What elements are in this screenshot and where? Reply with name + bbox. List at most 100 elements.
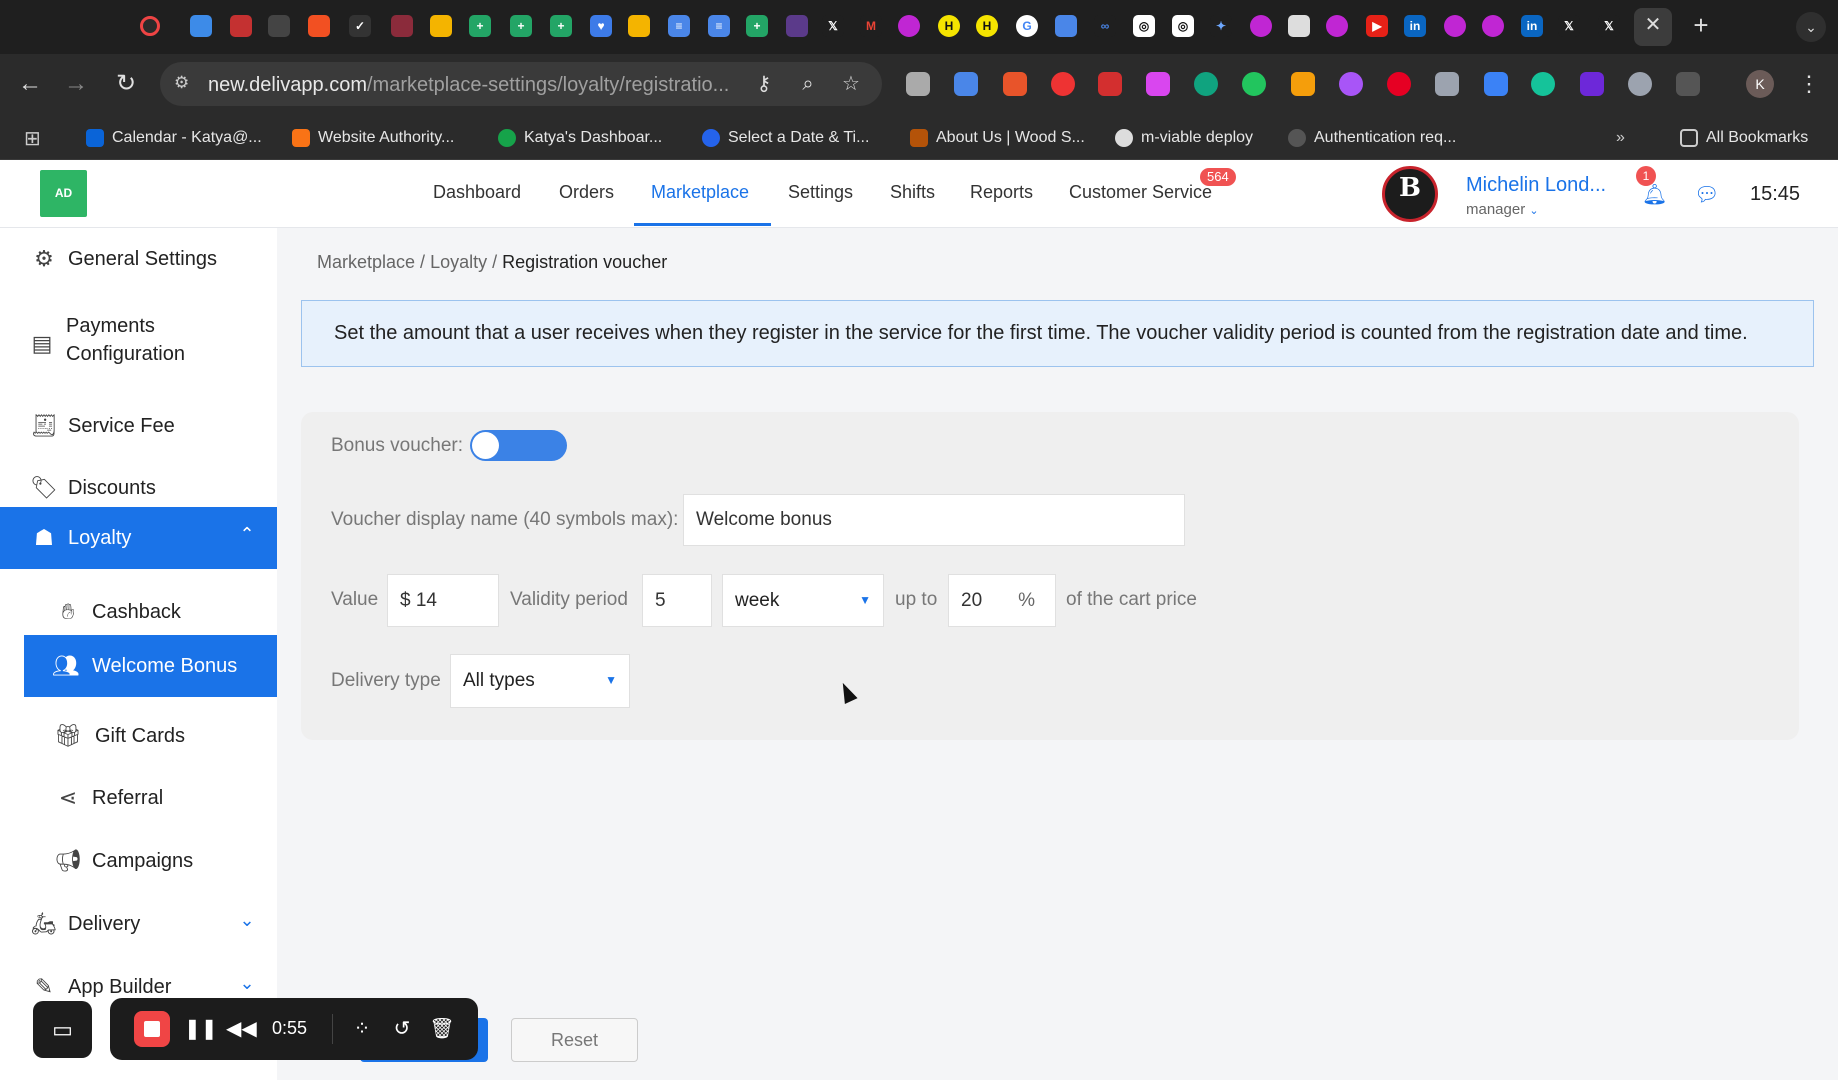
- tab-favicon-h[interactable]: H: [938, 15, 960, 37]
- extension-icon[interactable]: [1003, 72, 1027, 96]
- tab-favicon-sparkle[interactable]: ✦: [1210, 15, 1232, 37]
- tab-favicon-doc[interactable]: [1288, 15, 1310, 37]
- forward-icon[interactable]: →: [60, 68, 92, 100]
- tab-favicon-h[interactable]: H: [976, 15, 998, 37]
- tab-favicon-heart[interactable]: ♥: [590, 15, 612, 37]
- chat-icon[interactable]: 💬︎: [1694, 182, 1719, 206]
- nav-dashboard[interactable]: Dashboard: [433, 182, 521, 203]
- extensions-puzzle-icon[interactable]: [1676, 72, 1700, 96]
- validity-unit-select[interactable]: week ▼: [722, 574, 884, 627]
- browser-menu-icon[interactable]: ⋮: [1798, 68, 1820, 100]
- tab-favicon-maps[interactable]: [1055, 15, 1077, 37]
- bonus-voucher-toggle[interactable]: [470, 430, 567, 461]
- tab-favicon-check[interactable]: ✓: [349, 15, 371, 37]
- user-name[interactable]: Michelin Lond...: [1466, 174, 1606, 197]
- extension-notes-icon[interactable]: [1291, 72, 1315, 96]
- tab-favicon-x[interactable]: 𝕏: [1558, 15, 1580, 37]
- sidebar-item-payments-configuration[interactable]: ▤ Payments Configuration: [0, 304, 277, 384]
- tab-favicon-triangle[interactable]: [268, 15, 290, 37]
- sidebar-item-cashback[interactable]: ✋︎ Cashback: [0, 584, 277, 640]
- tab-search-icon[interactable]: ⌄: [1796, 12, 1826, 42]
- bookmark-item[interactable]: Katya's Dashboar...: [498, 126, 662, 150]
- tab-favicon-link[interactable]: [391, 15, 413, 37]
- all-bookmarks[interactable]: All Bookmarks: [1680, 126, 1808, 150]
- tab-favicon-meta[interactable]: ∞: [1094, 15, 1116, 37]
- extension-quote-icon[interactable]: [1242, 72, 1266, 96]
- tab-favicon-circle[interactable]: [1444, 15, 1466, 37]
- close-tab-icon[interactable]: ✕: [1640, 12, 1666, 38]
- camera-toggle-icon[interactable]: ▭: [33, 1001, 92, 1058]
- extension-openai-icon[interactable]: [1194, 72, 1218, 96]
- user-role-dropdown[interactable]: manager ⌄: [1466, 201, 1539, 218]
- tab-favicon-camera[interactable]: ◎: [1172, 15, 1194, 37]
- bookmark-item[interactable]: Website Authority...: [292, 126, 454, 150]
- grid-icon[interactable]: ⁘: [348, 1015, 376, 1043]
- sidebar-item-service-fee[interactable]: 🧾︎ Service Fee: [0, 398, 277, 454]
- trash-icon[interactable]: 🗑︎: [428, 1015, 456, 1043]
- tab-favicon-sheets[interactable]: +: [746, 15, 768, 37]
- tab-favicon-circle[interactable]: [1250, 15, 1272, 37]
- chevron-down-icon[interactable]: ⌄: [235, 973, 259, 997]
- apps-grid-icon[interactable]: ⊞: [24, 126, 41, 150]
- extension-circle-icon[interactable]: [1628, 72, 1652, 96]
- extension-pokeball-icon[interactable]: [1051, 72, 1075, 96]
- sidebar-item-delivery[interactable]: 🛵︎ Delivery ⌄: [0, 896, 277, 952]
- sidebar-item-general-settings[interactable]: ⚙ General Settings: [0, 228, 277, 290]
- nav-shifts[interactable]: Shifts: [890, 182, 935, 203]
- stop-recording-button[interactable]: [134, 1011, 170, 1047]
- tab-favicon-microsoft[interactable]: [308, 15, 330, 37]
- tab-favicon-google[interactable]: G: [1016, 15, 1038, 37]
- pause-icon[interactable]: ❚❚: [184, 1015, 218, 1043]
- tab-favicon-drive[interactable]: [430, 15, 452, 37]
- tab-favicon-sheets[interactable]: +: [510, 15, 532, 37]
- reset-button[interactable]: Reset: [511, 1018, 638, 1062]
- bookmark-item[interactable]: Select a Date & Ti...: [702, 126, 869, 150]
- bookmark-item[interactable]: m-viable deploy: [1115, 126, 1253, 150]
- display-name-input[interactable]: Welcome bonus: [683, 494, 1185, 546]
- extension-video-icon[interactable]: [1146, 72, 1170, 96]
- app-logo[interactable]: AD: [40, 170, 87, 217]
- rewind-icon[interactable]: ◀◀: [226, 1015, 257, 1043]
- bookmark-item[interactable]: Calendar - Katya@...: [86, 126, 262, 150]
- extension-rocket-icon[interactable]: [1580, 72, 1604, 96]
- tab-favicon-sheets[interactable]: +: [469, 15, 491, 37]
- up-to-percent-input[interactable]: 20 %: [948, 574, 1056, 627]
- tab-favicon-sheets[interactable]: +: [550, 15, 572, 37]
- bookmark-star-icon[interactable]: ☆: [839, 72, 863, 96]
- tab-favicon-youtube[interactable]: ▶: [1366, 15, 1388, 37]
- nav-settings[interactable]: Settings: [788, 182, 853, 203]
- chevron-down-icon[interactable]: ⌄: [235, 910, 259, 934]
- sidebar-item-loyalty[interactable]: ☗ Loyalty ⌃: [0, 507, 277, 569]
- tab-favicon-gmail[interactable]: M: [860, 15, 882, 37]
- extension-translate-icon[interactable]: [954, 72, 978, 96]
- tab-favicon-circle[interactable]: [1482, 15, 1504, 37]
- tab-favicon-x[interactable]: 𝕏: [822, 15, 844, 37]
- extension-gear-icon[interactable]: [1339, 72, 1363, 96]
- tab-favicon-circle[interactable]: [898, 15, 920, 37]
- breadcrumb-link-marketplace[interactable]: Marketplace: [317, 252, 415, 272]
- bookmark-item[interactable]: About Us | Wood S...: [910, 126, 1085, 150]
- validity-period-input[interactable]: 5: [642, 574, 712, 627]
- extension-tag-icon[interactable]: [1484, 72, 1508, 96]
- restart-icon[interactable]: ↺: [388, 1015, 416, 1043]
- value-input[interactable]: $ 14: [387, 574, 499, 627]
- delivery-type-select[interactable]: All types ▼: [450, 654, 630, 708]
- extension-pinterest-icon[interactable]: [1387, 72, 1411, 96]
- extension-arrow-icon[interactable]: [1098, 72, 1122, 96]
- sidebar-item-gift-cards[interactable]: 🎁︎ Gift Cards: [0, 708, 277, 764]
- tab-favicon-app[interactable]: [190, 15, 212, 37]
- more-bookmarks-icon[interactable]: »: [1616, 126, 1625, 150]
- tab-favicon-docs[interactable]: ≡: [708, 15, 730, 37]
- tab-favicon-drive[interactable]: [628, 15, 650, 37]
- extension-grammarly-icon[interactable]: [1531, 72, 1555, 96]
- reload-icon[interactable]: ↻: [110, 68, 142, 100]
- tab-favicon-record[interactable]: [140, 16, 160, 36]
- nav-marketplace[interactable]: Marketplace: [651, 182, 749, 203]
- nav-orders[interactable]: Orders: [559, 182, 614, 203]
- address-bar[interactable]: ⚙ new.delivapp.com/marketplace-settings/…: [160, 62, 882, 106]
- bookmark-item[interactable]: Authentication req...: [1288, 126, 1456, 150]
- tab-favicon-rocket[interactable]: [786, 15, 808, 37]
- breadcrumb-link-loyalty[interactable]: Loyalty: [430, 252, 487, 272]
- extension-shield-icon[interactable]: [1435, 72, 1459, 96]
- tab-favicon-linkedin[interactable]: in: [1521, 15, 1543, 37]
